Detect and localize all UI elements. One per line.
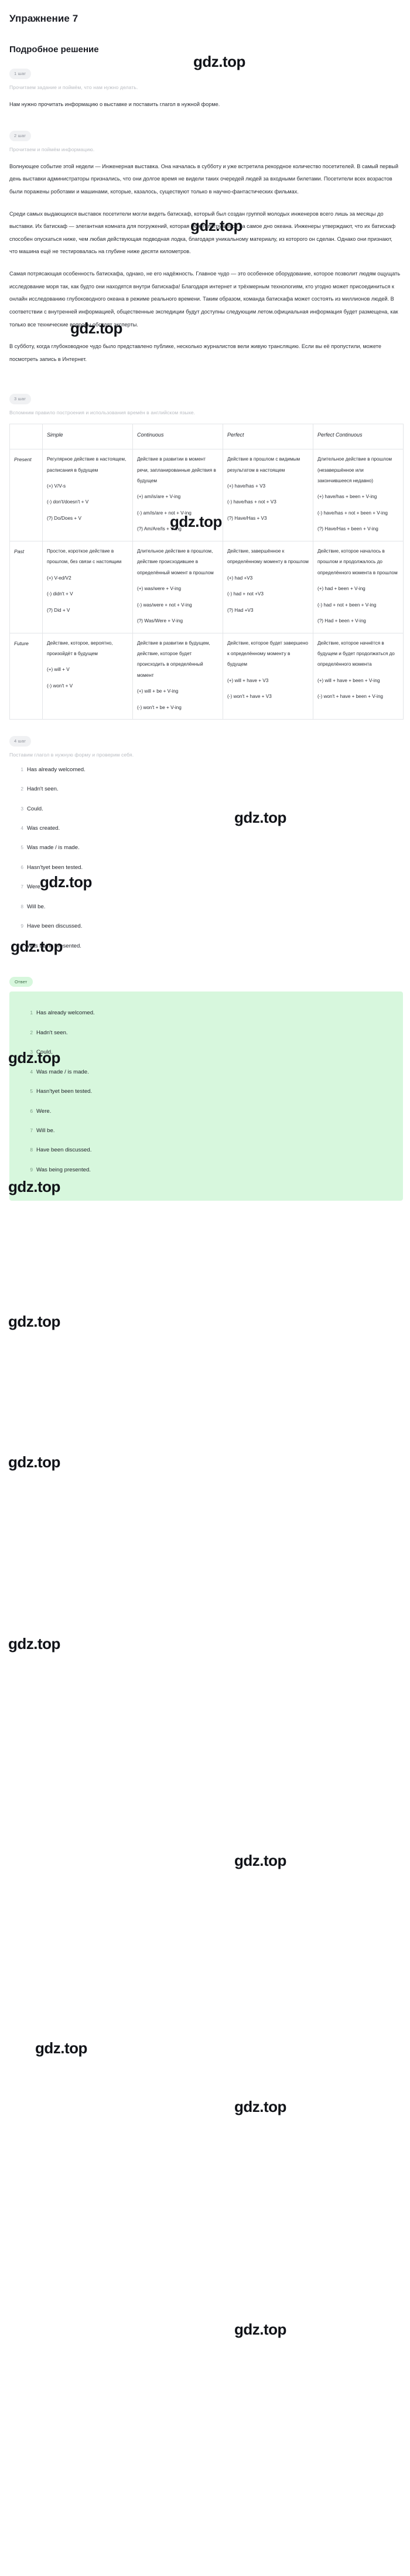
- cell-past-1: Длительное действие в прошлом, действие …: [132, 540, 223, 633]
- cell-present-0: Регулярное действие в настоящем, расписа…: [42, 449, 133, 541]
- step-badge-4: 4 шаг: [9, 736, 32, 747]
- cell-past-3: Действие, которое началось в прошлом и п…: [313, 540, 404, 633]
- cell-present-2: Действие в прошлом с видимым результатом…: [223, 449, 313, 541]
- step-4-answer-list: Has already welcomed. Hadn't seen. Could. W…: [8, 766, 402, 950]
- th-continuous: Continuous: [132, 423, 223, 450]
- watermark: gdz.top: [234, 2321, 286, 2338]
- step-1-text: Нам нужно прочитать информацию о выставк…: [9, 101, 220, 107]
- step-badge-1: 1 шаг: [9, 69, 32, 79]
- list-item: Was made / is made.: [15, 844, 80, 851]
- th-simple: Simple: [42, 423, 133, 450]
- cell-past-0: Простое, короткое действие в прошлом, бе…: [42, 540, 133, 633]
- answer-badge: Ответ: [9, 976, 33, 987]
- row-label-future: Future: [9, 632, 43, 720]
- step-2-subtitle: Прочитаем и поймём информацию.: [9, 146, 95, 152]
- th-corner: [9, 423, 43, 450]
- step-2-paragraph-4: В субботу, когда глубоководное чудо было…: [9, 343, 381, 362]
- list-item: Has already welcomed.: [25, 1010, 95, 1017]
- watermark: gdz.top: [8, 1453, 60, 1471]
- list-item: Will be.: [15, 903, 46, 911]
- solution-heading: Подробное решение: [9, 45, 99, 54]
- watermark: gdz.top: [8, 1635, 60, 1652]
- list-item: Have been discussed.: [25, 1147, 92, 1154]
- step-2: 2 шаг Прочитаем и поймём информацию. Вол…: [8, 130, 402, 366]
- list-item: Hasn'tyet been tested.: [15, 864, 83, 871]
- watermark: gdz.top: [35, 2039, 87, 2057]
- step-4: 4 шаг Поставим глагол в нужную форму и п…: [8, 735, 402, 950]
- cell-present-1: Действие в развитии в момент речи, запла…: [132, 449, 223, 541]
- step-badge-2: 2 шаг: [9, 131, 32, 141]
- table-row: Past Простое, короткое действие в прошлом…: [9, 540, 404, 633]
- step-2-paragraph-2: Среди самых выдающихся выставок посетите…: [9, 210, 396, 255]
- list-item: Were.: [25, 1108, 52, 1115]
- watermark: gdz.top: [234, 1852, 286, 1869]
- step-3: 3 шаг Вспомним правило построения и испо…: [8, 393, 404, 720]
- step-4-subtitle: Поставим глагол в нужную форму и провери…: [9, 751, 134, 758]
- list-item: Was made / is made.: [25, 1068, 89, 1076]
- answer-list: Has already welcomed. Hadn't seen. Could. W…: [18, 1009, 395, 1174]
- table-header-row: Simple Continuous Perfect Perfect Contin…: [9, 423, 404, 450]
- cell-future-0: Действие, которое, вероятно, произойдёт …: [42, 632, 133, 720]
- tense-reference-table: Simple Continuous Perfect Perfect Contin…: [9, 423, 404, 720]
- list-item: Could.: [25, 1049, 53, 1056]
- cell-future-2: Действие, которое будет завершено к опре…: [223, 632, 313, 720]
- list-item: Hadn't seen.: [15, 786, 59, 793]
- table-row: Present Регулярное действие в настоящем, …: [9, 449, 404, 541]
- answer-box: Has already welcomed. Hadn't seen. Could. W…: [9, 991, 403, 1201]
- watermark: gdz.top: [234, 2098, 286, 2115]
- row-label-present: Present: [9, 449, 43, 541]
- solution-page: Упражнение 7 Подробное решение 1 шаг Про…: [0, 0, 410, 2338]
- cell-past-2: Действие, завершённое к определённому мо…: [223, 540, 313, 633]
- cell-future-1: Действие в развитии в будущем, действие,…: [132, 632, 223, 720]
- answer-section: Ответ Has already welcomed. Hadn't seen. C…: [8, 962, 403, 1201]
- step-2-paragraph-3: Самая потрясающая особенность батискафа,…: [9, 271, 401, 328]
- step-3-subtitle: Вспомним правило построения и использова…: [9, 409, 196, 415]
- list-item: Hadn't seen.: [25, 1029, 68, 1037]
- list-item: Will be.: [25, 1127, 55, 1134]
- step-2-paragraph-1: Волнующее событие этой недели — Инженерн…: [9, 163, 398, 195]
- list-item: Was being presented.: [15, 942, 81, 950]
- page-title: Упражнение 7: [9, 13, 78, 24]
- row-label-past: Past: [9, 540, 43, 633]
- th-perfect: Perfect: [223, 423, 313, 450]
- step-badge-3: 3 шаг: [9, 394, 32, 404]
- list-item: Were.: [15, 884, 42, 891]
- list-item: Could.: [15, 805, 43, 813]
- list-item: Have been discussed.: [15, 923, 83, 930]
- step-1-subtitle: Прочитаем задание и поймём, что нам нужн…: [9, 84, 138, 90]
- step-1: 1 шаг Прочитаем задание и поймём, что на…: [8, 67, 402, 111]
- cell-present-3: Длительное действие в прошлом (незавершё…: [313, 449, 404, 541]
- cell-future-3: Действие, которое начнётся в будущем и б…: [313, 632, 404, 720]
- list-item: Was being presented.: [25, 1166, 91, 1174]
- list-item: Hasn'tyet been tested.: [25, 1088, 93, 1095]
- watermark: gdz.top: [8, 1313, 60, 1330]
- table-row: Future Действие, которое, вероятно, произ…: [9, 632, 404, 720]
- list-item: Was created.: [15, 824, 60, 832]
- list-item: Has already welcomed.: [15, 766, 86, 774]
- th-perfect-cont: Perfect Continuous: [313, 423, 404, 450]
